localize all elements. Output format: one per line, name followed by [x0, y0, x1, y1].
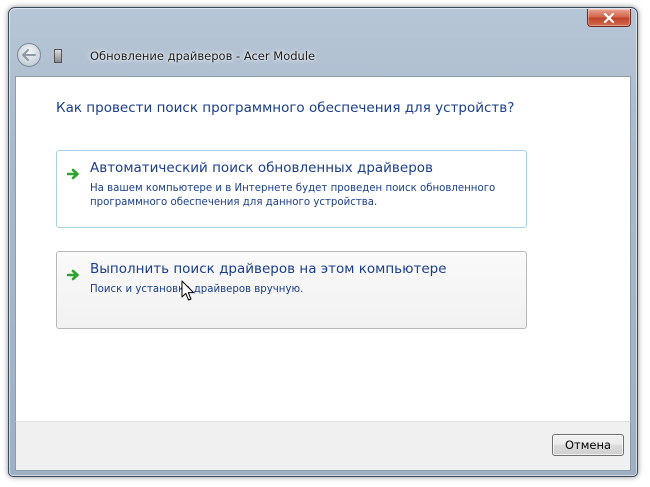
cancel-button[interactable]: Отмена	[552, 434, 624, 456]
page-question: Как провести поиск программного обеспече…	[56, 100, 515, 116]
option-browse-computer-title: Выполнить поиск драйверов на этом компью…	[90, 261, 447, 277]
close-icon	[603, 12, 615, 23]
option-browse-computer[interactable]: Выполнить поиск драйверов на этом компью…	[56, 251, 527, 329]
title-bar: Обновление драйверов - Acer Module	[9, 40, 637, 74]
back-button[interactable]	[17, 43, 41, 67]
green-arrow-icon	[66, 266, 81, 285]
option-browse-computer-description: Поиск и установка драйверов вручную.	[90, 283, 303, 297]
green-arrow-icon	[66, 165, 81, 184]
option-browse-computer-desc-line: Поиск и установка драйверов вручную.	[90, 284, 304, 295]
mouse-cursor-icon	[181, 280, 195, 306]
wizard-content: Как провести поиск программного обеспече…	[15, 76, 631, 421]
option-auto-search[interactable]: Автоматический поиск обновленных драйвер…	[56, 150, 527, 228]
window-title: Обновление драйверов - Acer Module	[90, 49, 316, 63]
close-button[interactable]	[587, 9, 631, 27]
back-arrow-icon	[22, 46, 36, 65]
option-auto-search-title: Автоматический поиск обновленных драйвер…	[90, 160, 433, 176]
option-auto-search-desc-line: На вашем компьютере и в Интернете будет …	[90, 183, 496, 194]
device-icon	[54, 49, 62, 63]
wizard-footer: Отмена	[15, 421, 631, 471]
option-auto-search-description: На вашем компьютере и в Интернете будет …	[90, 182, 495, 210]
driver-update-window: Обновление драйверов - Acer Module Как п…	[8, 7, 638, 477]
option-auto-search-desc-line: программного обеспечения для данного уст…	[90, 197, 378, 208]
